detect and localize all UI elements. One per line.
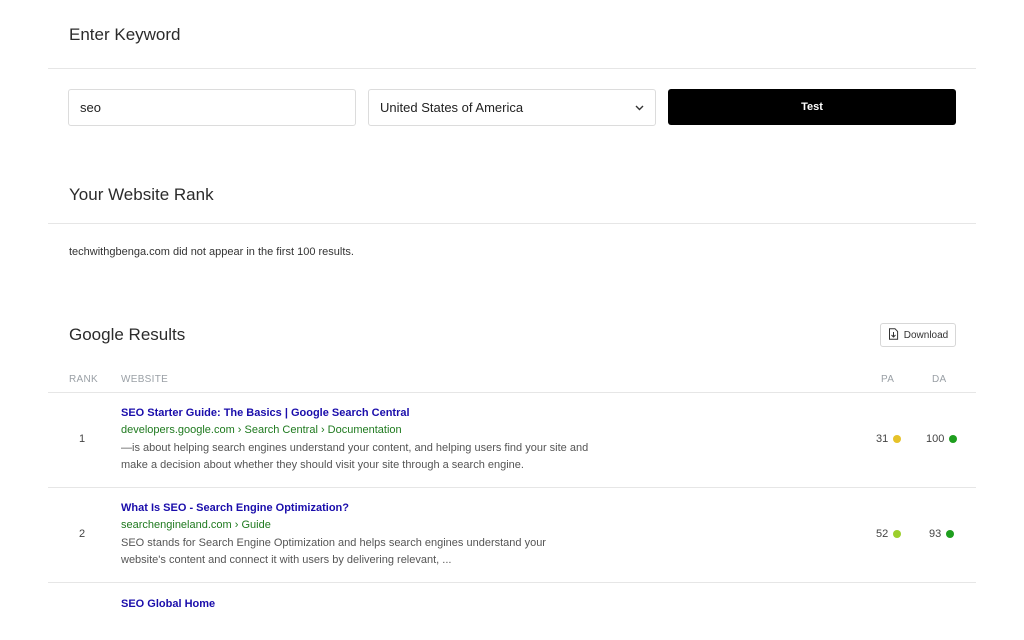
pa-value: 52 [876,528,889,540]
result-url: developers.google.com › Search Central ›… [121,424,402,436]
pa-status-dot [893,435,902,443]
chevron-down-icon [633,102,645,114]
pa-status-dot [893,530,902,538]
rank-message: techwithgbenga.com did not appear in the… [69,246,354,258]
download-file-icon [888,327,899,343]
header-website: WEBSITE [121,374,169,385]
rank-number: 2 [79,528,86,540]
country-select-value: United States of America [380,100,524,115]
result-url: searchengineland.com › Guide [121,519,271,531]
page: Enter Keyword United States of America T… [0,0,1024,640]
google-results-title: Google Results [69,325,186,344]
da-status-dot [949,435,958,443]
da-score: 100 [926,433,958,445]
divider [48,68,976,69]
table-row: SEO Global Home [48,583,976,640]
da-status-dot [946,530,955,538]
header-da: DA [932,374,947,385]
da-value: 93 [929,528,942,540]
table-row: 2 What Is SEO - Search Engine Optimizati… [48,488,976,582]
da-value: 100 [926,433,945,445]
result-title-link[interactable]: SEO Global Home [121,598,215,610]
download-button[interactable]: Download [880,323,956,347]
download-label: Download [903,329,949,341]
test-button[interactable]: Test [668,89,956,125]
header-pa: PA [881,374,895,385]
website-rank-title: Your Website Rank [69,185,214,204]
result-title-link[interactable]: What Is SEO - Search Engine Optimization… [121,502,349,514]
table-row: 1 SEO Starter Guide: The Basics | Google… [48,393,976,487]
divider [48,223,976,224]
da-score: 93 [929,528,955,540]
pa-score: 31 [876,433,902,445]
result-title-link[interactable]: SEO Starter Guide: The Basics | Google S… [121,407,410,419]
enter-keyword-title: Enter Keyword [69,25,181,44]
header-rank: RANK [69,374,98,385]
pa-score: 52 [876,528,902,540]
country-select[interactable]: United States of America [368,89,656,126]
result-snippet: SEO stands for Search Engine Optimizatio… [121,537,546,566]
keyword-input[interactable] [68,89,356,126]
result-snippet: —is about helping search engines underst… [121,442,589,471]
rank-number: 1 [79,433,86,445]
pa-value: 31 [876,433,889,445]
